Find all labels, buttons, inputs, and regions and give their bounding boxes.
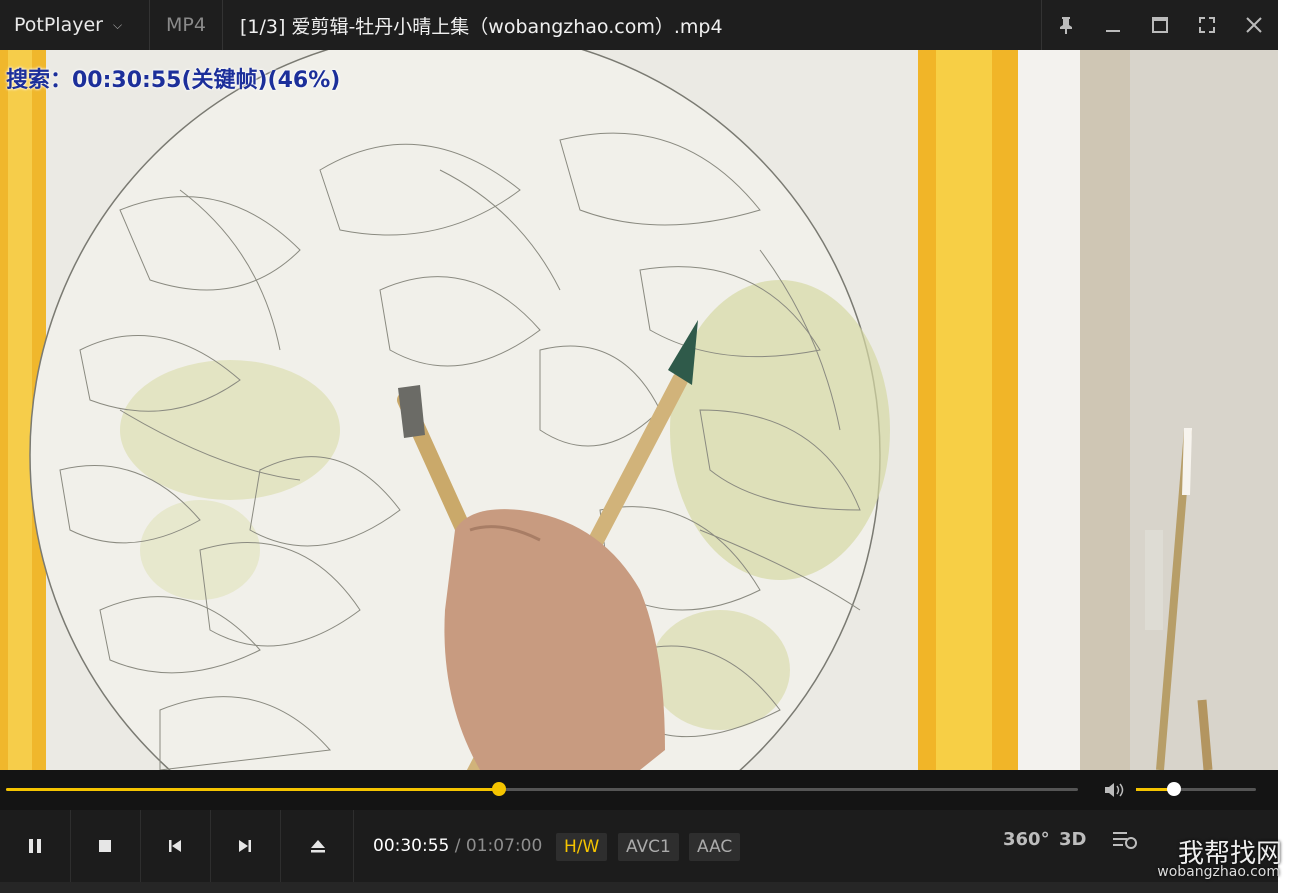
total-duration: 01:07:00: [465, 836, 543, 856]
brand-label: PotPlayer: [14, 14, 103, 36]
title-bar: PotPlayer ⌵ MP4 [1/3] 爱剪辑-牡丹小晴上集（wobangz…: [0, 0, 1278, 50]
brand-menu-button[interactable]: PotPlayer ⌵: [0, 0, 150, 50]
pause-icon: [29, 839, 41, 853]
maximize-icon: [1152, 17, 1168, 33]
video-image: [0, 50, 1278, 770]
playlist-button[interactable]: [1112, 829, 1138, 856]
skip-previous-icon: [169, 840, 181, 852]
chevron-down-icon: ⌵: [112, 17, 123, 32]
current-time: 00:30:55: [373, 836, 450, 856]
next-button[interactable]: [210, 810, 281, 882]
hw-decode-tag[interactable]: H/W: [556, 833, 608, 861]
previous-button[interactable]: [140, 810, 211, 882]
vr-360-button[interactable]: 360°: [1003, 829, 1050, 850]
seek-osd-text: 搜索：00:30:55(关键帧)(46%): [6, 68, 341, 93]
playlist-icon: [1113, 832, 1137, 849]
seek-bar[interactable]: [6, 782, 1078, 796]
volume-button[interactable]: [1103, 780, 1127, 800]
minimize-icon: [1105, 30, 1120, 32]
seek-bar-handle[interactable]: [492, 782, 507, 796]
video-frame[interactable]: [0, 50, 1278, 770]
speaker-icon: [1105, 783, 1124, 797]
potplayer-window: PotPlayer ⌵ MP4 [1/3] 爱剪辑-牡丹小晴上集（wobangz…: [0, 0, 1278, 893]
watermark-url: wobangzhao.com: [1157, 864, 1280, 880]
stop-button[interactable]: [70, 810, 141, 882]
stop-icon: [99, 840, 111, 852]
3d-button[interactable]: 3D: [1059, 829, 1086, 850]
pin-icon: [1059, 17, 1072, 34]
skip-next-icon: [239, 840, 251, 852]
minimize-button[interactable]: [1089, 0, 1136, 50]
time-separator: /: [454, 836, 461, 856]
maximize-button[interactable]: [1136, 0, 1183, 50]
bottom-strip: [0, 882, 1278, 893]
time-display: 00:30:55 / 01:07:00: [373, 836, 542, 856]
file-title: [1/3] 爱剪辑-牡丹小晴上集（wobangzhao.com）.mp4: [240, 15, 723, 38]
format-label: MP4: [150, 0, 223, 50]
volume-slider[interactable]: [1136, 782, 1256, 796]
eject-icon: [311, 840, 325, 853]
pin-button[interactable]: [1042, 0, 1089, 50]
video-codec-tag[interactable]: AVC1: [618, 833, 679, 861]
pause-button[interactable]: [0, 810, 71, 882]
fullscreen-button[interactable]: [1184, 0, 1231, 50]
eject-button[interactable]: [283, 810, 354, 882]
close-button[interactable]: [1231, 0, 1278, 50]
close-icon: [1246, 17, 1263, 33]
seek-bar-fill: [6, 788, 500, 791]
fullscreen-icon: [1199, 17, 1216, 33]
window-buttons: [1041, 0, 1278, 50]
audio-codec-tag[interactable]: AAC: [689, 833, 741, 861]
